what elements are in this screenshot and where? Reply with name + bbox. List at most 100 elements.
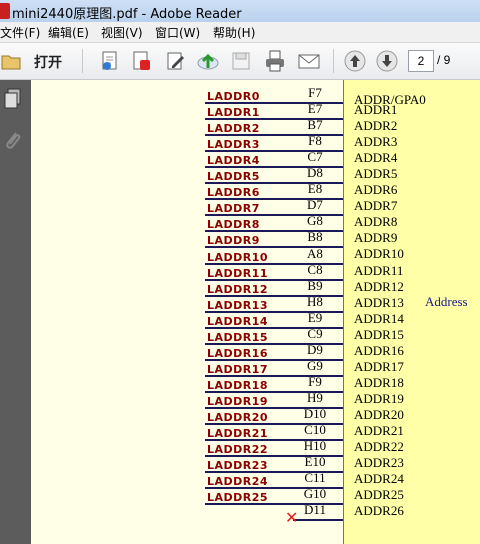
pin-number: B9	[307, 277, 323, 293]
pin-row: LADDR18 F9 ADDR19	[205, 373, 480, 406]
page-number-input[interactable]: 2	[408, 50, 434, 72]
pin-row: LADDR8 G8 ADDR9	[205, 213, 480, 245]
pin-row: LADDR7 D7 ADDR8	[205, 197, 480, 229]
menu-edit[interactable]: 编辑(E)	[48, 24, 89, 41]
next-page-icon[interactable]	[375, 49, 399, 73]
pin-number: B8	[307, 229, 323, 245]
pin-row: LADDR10 A8 ADDR11	[205, 245, 480, 278]
net-label: LADDR8	[207, 218, 260, 232]
pin-row: LADDR16 D9 ADDR17	[205, 341, 480, 374]
pin-number: C10	[304, 422, 326, 438]
pin-number: F7	[308, 85, 322, 100]
folder-open-icon[interactable]	[0, 49, 24, 73]
window-title: mini2440原理图.pdf - Adobe Reader	[12, 7, 242, 22]
net-label: LADDR17	[207, 362, 269, 376]
pin-number: C8	[307, 261, 323, 277]
toolbar-separator	[82, 49, 83, 73]
pin-row: LADDR1 E7 ADDR2	[205, 101, 480, 133]
pin-number: E10	[304, 454, 326, 470]
pin-row: LADDR24 C11 ADDR25	[205, 470, 480, 502]
net-label: LADDR12	[207, 282, 269, 296]
net-label: LADDR1	[207, 106, 260, 120]
create-pdf-icon[interactable]	[98, 49, 122, 73]
net-label: LADDR25	[207, 491, 269, 505]
pin-number: C9	[307, 325, 323, 341]
pin-number: C7	[307, 149, 323, 165]
net-label: LADDR6	[207, 186, 260, 200]
net-label: LADDR14	[207, 314, 269, 328]
pin-number: F8	[308, 133, 322, 149]
net-label: LADDR20	[207, 411, 269, 424]
pin-number: E7	[307, 101, 323, 117]
pin-number: G9	[307, 357, 323, 373]
pin-number: F9	[308, 373, 322, 389]
pin-wire	[293, 519, 343, 522]
pin-row: LADDR6 E8 ADDR7	[205, 181, 480, 213]
pin-row: LADDR5 D8 ADDR6	[205, 165, 480, 197]
pin-row: LADDR21 C10 ADDR22	[205, 422, 480, 454]
navigation-panel	[0, 80, 31, 544]
pin-row: LADDR15 C9 ADDR16	[205, 325, 480, 358]
pin-row: LADDR4 C7 ADDR5	[205, 149, 480, 181]
net-label: LADDR3	[207, 138, 260, 152]
export-icon[interactable]	[130, 49, 154, 73]
pin-row: LADDR2 B7 ADDR3	[205, 117, 480, 149]
pin-number: C11	[304, 470, 326, 486]
upload-icon[interactable]	[196, 49, 220, 73]
pin-number: G8	[307, 213, 323, 229]
net-label: LADDR18	[207, 378, 269, 392]
toolbar-separator	[333, 49, 334, 73]
pin-row: LADDR3 F8 ADDR4	[205, 133, 480, 165]
pin-row: LADDR14 E9 ADDR15	[205, 309, 480, 342]
pages-icon[interactable]	[3, 88, 23, 110]
sign-icon[interactable]	[164, 49, 188, 73]
menu-view[interactable]: 视图(V)	[101, 24, 143, 41]
pin-row: LADDR17 G9 ADDR18	[205, 357, 480, 390]
pin-row: LADDR11 C8 ADDR12	[205, 261, 480, 294]
email-icon[interactable]	[297, 49, 321, 73]
pin-row: LADDR25 G10 ADDR26	[205, 486, 480, 518]
pin-number: H9	[307, 389, 323, 405]
net-label: LADDR24	[207, 475, 269, 489]
pin-row: LADDR12 B9 ADDR13	[205, 277, 480, 310]
pin-row: LADDR13 H8 ADDR14	[205, 293, 480, 326]
pin-row: LADDR20 D10 ADDR21	[205, 406, 480, 438]
pin-number: E9	[307, 309, 323, 325]
pin-number: G10	[303, 486, 327, 502]
menu-window[interactable]: 窗口(W)	[155, 24, 200, 41]
net-label: LADDR19	[207, 394, 269, 408]
net-label: LADDR21	[207, 427, 269, 441]
pin-row: D11	[205, 502, 480, 522]
net-label: LADDR0	[207, 90, 260, 103]
menu-bar: 文件(F) 编辑(E) 视图(V) 窗口(W) 帮助(H)	[0, 22, 480, 43]
pin-row: LADDR23 E10 ADDR24	[205, 454, 480, 486]
pin-number: D7	[307, 197, 323, 213]
save-icon[interactable]	[229, 49, 253, 73]
pin-number: D8	[307, 165, 323, 181]
print-icon[interactable]	[263, 49, 287, 73]
prev-page-icon[interactable]	[343, 49, 367, 73]
menu-help[interactable]: 帮助(H)	[213, 24, 255, 41]
attachments-icon[interactable]	[3, 130, 23, 152]
pin-number: A8	[307, 245, 323, 261]
document-view[interactable]: ADDR/GPA0 Address LADDR0 F7 ADDR1 LADDR1 E7 A…	[31, 80, 480, 544]
adobe-reader-icon	[0, 3, 10, 19]
net-label: LADDR10	[207, 250, 269, 264]
pin-number: B7	[307, 117, 323, 133]
pin-row: LADDR22 H10 ADDR23	[205, 438, 480, 470]
pin-row: LADDR0 F7 ADDR1	[205, 85, 480, 117]
menu-file[interactable]: 文件(F)	[0, 24, 40, 41]
net-label: LADDR23	[207, 459, 269, 473]
no-connect-mark: ✕	[285, 510, 299, 527]
open-button-label[interactable]: 打开	[34, 52, 62, 72]
pin-number: H8	[307, 293, 323, 309]
net-label: LADDR22	[207, 443, 269, 457]
pin-number: D9	[307, 341, 323, 357]
pin-number: D10	[303, 406, 327, 421]
title-bar: mini2440原理图.pdf - Adobe Reader	[0, 0, 480, 22]
net-label: LADDR15	[207, 330, 269, 344]
net-label: LADDR5	[207, 170, 260, 184]
pin-number: H10	[303, 438, 327, 454]
net-label: LADDR7	[207, 202, 260, 216]
net-label: LADDR13	[207, 298, 269, 312]
